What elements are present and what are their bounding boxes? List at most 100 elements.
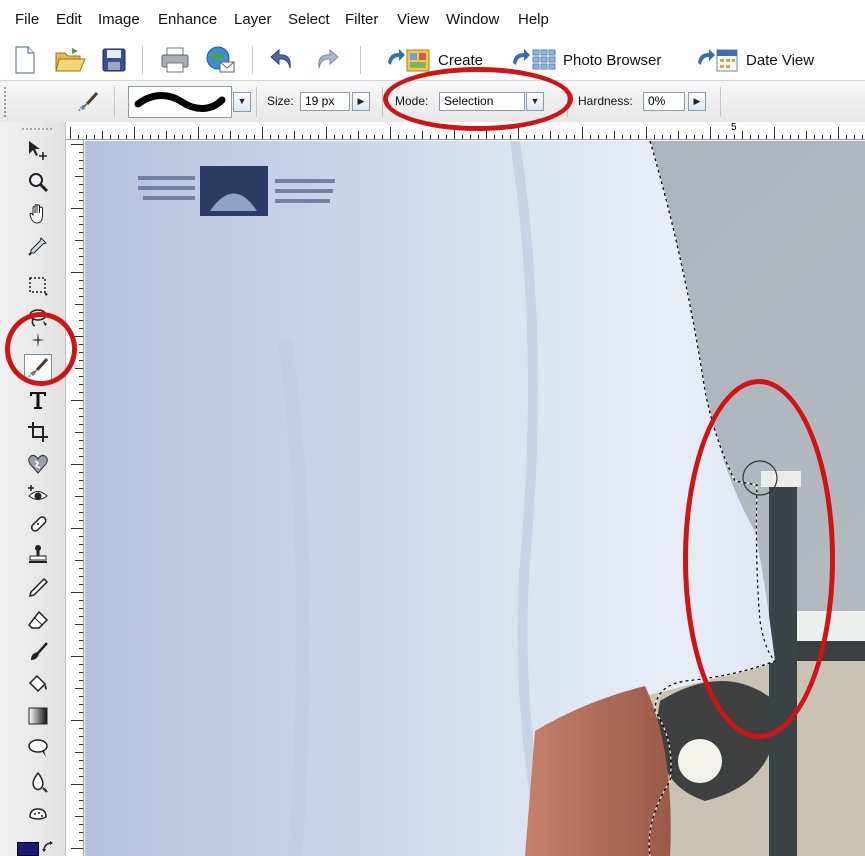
- ruler-tick: [550, 131, 551, 139]
- mode-dropdown-button[interactable]: ▼: [526, 92, 544, 111]
- ruler-tick: [71, 336, 83, 337]
- share-button[interactable]: [203, 44, 237, 76]
- menu-enhance[interactable]: Enhance: [158, 11, 217, 29]
- ruler-tick: [102, 131, 103, 139]
- ruler-tick: [326, 127, 327, 139]
- ruler-tick: [79, 472, 83, 473]
- create-button[interactable]: Create: [385, 44, 483, 76]
- menu-edit[interactable]: Edit: [56, 11, 82, 29]
- hardness-input[interactable]: 0%: [643, 92, 685, 111]
- ruler-tick: [79, 192, 83, 193]
- eraser-tool[interactable]: [24, 606, 52, 634]
- ruler-tick: [75, 560, 83, 561]
- swap-colors-icon[interactable]: [41, 840, 55, 854]
- undo-button[interactable]: [265, 44, 299, 76]
- healing-brush-tool[interactable]: [24, 510, 52, 538]
- blur-tool[interactable]: [24, 768, 52, 796]
- clone-stamp-tool[interactable]: [24, 540, 52, 568]
- paint-bucket-tool[interactable]: [24, 670, 52, 698]
- ruler-tick: [830, 135, 831, 139]
- eyedropper-tool[interactable]: [24, 232, 52, 260]
- move-tool[interactable]: [24, 136, 52, 164]
- ruler-tick: [79, 776, 83, 777]
- active-tool-preset[interactable]: [75, 89, 101, 115]
- menu-layer[interactable]: Layer: [234, 11, 272, 29]
- custom-shape-tool[interactable]: [24, 734, 52, 762]
- magic-wand-tool[interactable]: [24, 332, 52, 350]
- ruler-tick: [302, 135, 303, 139]
- ruler-tick: [670, 135, 671, 139]
- ruler-tick: [79, 640, 83, 641]
- cookie-cutter-tool[interactable]: [24, 450, 52, 478]
- ruler-tick: [79, 568, 83, 569]
- zoom-tool[interactable]: [24, 168, 52, 196]
- ruler-tick: [79, 728, 83, 729]
- gradient-tool[interactable]: [24, 702, 52, 730]
- brush-tool[interactable]: [24, 638, 52, 666]
- date-view-button[interactable]: Date View: [695, 44, 814, 76]
- ruler-tick: [79, 280, 83, 281]
- sponge-tool[interactable]: [24, 800, 52, 828]
- ruler-tick: [71, 400, 83, 401]
- redo-button[interactable]: [310, 44, 344, 76]
- ruler-tick: [79, 376, 83, 377]
- hardness-slider-button[interactable]: ▶: [688, 92, 706, 111]
- ruler-tick: [75, 240, 83, 241]
- menu-filter[interactable]: Filter: [345, 11, 378, 29]
- size-slider-button[interactable]: ▶: [352, 92, 370, 111]
- ruler-tick: [71, 720, 83, 721]
- ruler-tick: [79, 680, 83, 681]
- foreground-color-swatch[interactable]: [17, 842, 39, 856]
- shape-icon: [28, 739, 48, 757]
- photo-browser-button[interactable]: Photo Browser: [510, 44, 661, 76]
- save-button[interactable]: [97, 44, 131, 76]
- ruler-tick: [430, 135, 431, 139]
- ruler-tick: [79, 504, 83, 505]
- ruler-tick: [79, 544, 83, 545]
- ruler-tick: [654, 135, 655, 139]
- ruler-tick: [166, 131, 167, 139]
- ruler-tick: [862, 135, 863, 139]
- ruler-tick: [614, 131, 615, 139]
- menu-help[interactable]: Help: [518, 11, 549, 29]
- ruler-tick: [79, 384, 83, 385]
- rectangular-marquee-tool[interactable]: [24, 272, 52, 300]
- ruler-tick: [590, 135, 591, 139]
- menu-file[interactable]: File: [15, 11, 39, 29]
- brush-picker-dropdown[interactable]: ▼: [233, 92, 251, 112]
- print-button[interactable]: [158, 44, 192, 76]
- ruler-tick: [79, 824, 83, 825]
- pencil-tool[interactable]: [24, 574, 52, 602]
- type-tool[interactable]: [24, 386, 52, 414]
- lasso-tool[interactable]: [24, 304, 52, 332]
- ruler-tick: [182, 135, 183, 139]
- lasso-icon: [29, 309, 47, 327]
- ruler-tick: [598, 135, 599, 139]
- ruler-label: 5: [731, 122, 737, 133]
- menu-window[interactable]: Window: [446, 11, 499, 29]
- eraser-icon: [28, 610, 49, 629]
- ruler-tick: [86, 135, 87, 139]
- menu-image[interactable]: Image: [98, 11, 140, 29]
- ruler-tick: [374, 135, 375, 139]
- mode-select[interactable]: Selection: [439, 92, 525, 111]
- brush-preview[interactable]: [128, 86, 232, 118]
- ruler-tick: [518, 127, 519, 139]
- hand-tool[interactable]: [24, 200, 52, 228]
- red-eye-tool[interactable]: [24, 480, 52, 508]
- selection-brush-icon: [28, 357, 49, 378]
- ruler-tick: [75, 432, 83, 433]
- ruler-tick: [702, 135, 703, 139]
- new-document-icon: [15, 46, 35, 74]
- open-button[interactable]: [53, 44, 87, 76]
- size-input[interactable]: 19 px: [300, 92, 350, 111]
- menu-view[interactable]: View: [397, 11, 429, 29]
- menu-select[interactable]: Select: [288, 11, 330, 29]
- new-button[interactable]: [8, 44, 42, 76]
- crop-tool[interactable]: [24, 418, 52, 446]
- ruler-tick: [622, 135, 623, 139]
- ruler-tick: [71, 528, 83, 529]
- ruler-tick: [71, 592, 83, 593]
- image-canvas[interactable]: [85, 141, 865, 856]
- ruler-tick: [398, 135, 399, 139]
